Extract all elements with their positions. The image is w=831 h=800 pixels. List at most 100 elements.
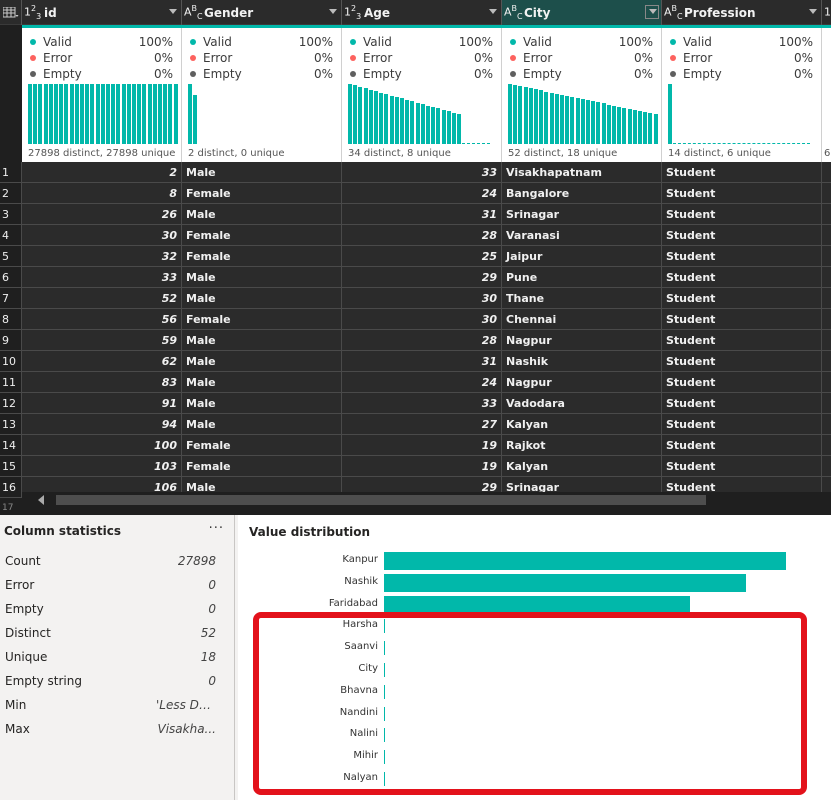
cell-age[interactable]: 31 [342, 351, 502, 372]
cell-id[interactable]: 56 [22, 309, 182, 330]
row-number[interactable]: 13 [0, 414, 22, 435]
cell-next-column[interactable] [822, 246, 831, 267]
distribution-bar[interactable] [384, 573, 746, 592]
cell-next-column[interactable] [822, 435, 831, 456]
cell-id[interactable]: 26 [22, 204, 182, 225]
cell-profession[interactable]: Student [662, 372, 822, 393]
cell-id[interactable]: 83 [22, 372, 182, 393]
chevron-down-icon[interactable] [329, 9, 337, 14]
cell-city[interactable]: Kalyan [502, 456, 662, 477]
chevron-down-icon[interactable] [649, 9, 657, 14]
cell-id[interactable]: 100 [22, 435, 182, 456]
cell-city[interactable]: Nagpur [502, 372, 662, 393]
cell-age[interactable]: 27 [342, 414, 502, 435]
cell-profession[interactable]: Student [662, 183, 822, 204]
cell-next-column[interactable] [822, 309, 831, 330]
cell-next-column[interactable] [822, 225, 831, 246]
cell-gender[interactable]: Female [182, 435, 342, 456]
cell-profession[interactable]: Student [662, 225, 822, 246]
text-type-icon[interactable]: ABC [504, 4, 524, 21]
cell-profession[interactable]: Student [662, 351, 822, 372]
cell-age[interactable]: 30 [342, 309, 502, 330]
column-header-next[interactable]: 123 [822, 0, 831, 25]
cell-profession[interactable]: Student [662, 393, 822, 414]
cell-next-column[interactable] [822, 372, 831, 393]
table-menu-icon[interactable] [0, 0, 22, 25]
cell-id[interactable]: 32 [22, 246, 182, 267]
cell-age[interactable]: 28 [342, 330, 502, 351]
cell-next-column[interactable] [822, 162, 831, 183]
cell-city[interactable]: Nashik [502, 351, 662, 372]
more-options-icon[interactable]: ··· [209, 521, 224, 536]
chevron-down-icon[interactable] [809, 9, 817, 14]
cell-age[interactable]: 33 [342, 162, 502, 183]
cell-age[interactable]: 29 [342, 267, 502, 288]
cell-gender[interactable]: Male [182, 393, 342, 414]
cell-city[interactable]: Vadodara [502, 393, 662, 414]
distribution-row[interactable]: Nashik [238, 573, 831, 592]
cell-city[interactable]: Jaipur [502, 246, 662, 267]
cell-profession[interactable]: Student [662, 288, 822, 309]
scrollbar-thumb[interactable] [56, 495, 706, 505]
column-header-id[interactable]: 123 id [22, 0, 182, 25]
cell-next-column[interactable] [822, 414, 831, 435]
text-type-icon[interactable]: ABC [664, 4, 684, 21]
cell-profession[interactable]: Student [662, 267, 822, 288]
column-header-profession[interactable]: ABC Profession [662, 0, 822, 25]
cell-id[interactable]: 8 [22, 183, 182, 204]
cell-gender[interactable]: Male [182, 204, 342, 225]
cell-gender[interactable]: Male [182, 162, 342, 183]
cell-age[interactable]: 19 [342, 435, 502, 456]
cell-city[interactable]: Srinagar [502, 204, 662, 225]
distribution-row[interactable]: Faridabad [238, 595, 831, 614]
row-number[interactable]: 2 [0, 183, 22, 204]
number-type-icon[interactable]: 123 [344, 4, 364, 21]
number-type-icon[interactable]: 123 [24, 4, 44, 21]
cell-next-column[interactable] [822, 456, 831, 477]
row-number[interactable]: 8 [0, 309, 22, 330]
row-number[interactable]: 14 [0, 435, 22, 456]
row-number[interactable]: 5 [0, 246, 22, 267]
cell-id[interactable]: 91 [22, 393, 182, 414]
cell-city[interactable]: Varanasi [502, 225, 662, 246]
cell-id[interactable]: 94 [22, 414, 182, 435]
row-number[interactable]: 7 [0, 288, 22, 309]
cell-profession[interactable]: Student [662, 162, 822, 183]
cell-next-column[interactable] [822, 288, 831, 309]
cell-gender[interactable]: Female [182, 309, 342, 330]
cell-city[interactable]: Thane [502, 288, 662, 309]
cell-id[interactable]: 2 [22, 162, 182, 183]
column-header-age[interactable]: 123 Age [342, 0, 502, 25]
cell-city[interactable]: Bangalore [502, 183, 662, 204]
row-number[interactable]: 6 [0, 267, 22, 288]
cell-profession[interactable]: Student [662, 246, 822, 267]
row-number[interactable]: 15 [0, 456, 22, 477]
horizontal-scrollbar[interactable] [22, 492, 831, 508]
cell-city[interactable]: Chennai [502, 309, 662, 330]
cell-gender[interactable]: Female [182, 246, 342, 267]
cell-profession[interactable]: Student [662, 456, 822, 477]
row-number[interactable]: 9 [0, 330, 22, 351]
cell-age[interactable]: 30 [342, 288, 502, 309]
column-header-city[interactable]: ABC City [502, 0, 662, 25]
cell-id[interactable]: 59 [22, 330, 182, 351]
cell-age[interactable]: 25 [342, 246, 502, 267]
cell-age[interactable]: 24 [342, 372, 502, 393]
cell-id[interactable]: 62 [22, 351, 182, 372]
cell-city[interactable]: Visakhapatnam [502, 162, 662, 183]
row-number[interactable]: 4 [0, 225, 22, 246]
cell-next-column[interactable] [822, 351, 831, 372]
row-number[interactable]: 1 [0, 162, 22, 183]
cell-next-column[interactable] [822, 267, 831, 288]
cell-id[interactable]: 30 [22, 225, 182, 246]
cell-gender[interactable]: Male [182, 288, 342, 309]
row-number[interactable]: 10 [0, 351, 22, 372]
chevron-down-icon[interactable] [489, 9, 497, 14]
cell-gender[interactable]: Male [182, 351, 342, 372]
cell-gender[interactable]: Male [182, 372, 342, 393]
row-number[interactable]: 16 [0, 477, 22, 498]
row-number[interactable]: 3 [0, 204, 22, 225]
cell-city[interactable]: Pune [502, 267, 662, 288]
cell-next-column[interactable] [822, 330, 831, 351]
cell-age[interactable]: 31 [342, 204, 502, 225]
